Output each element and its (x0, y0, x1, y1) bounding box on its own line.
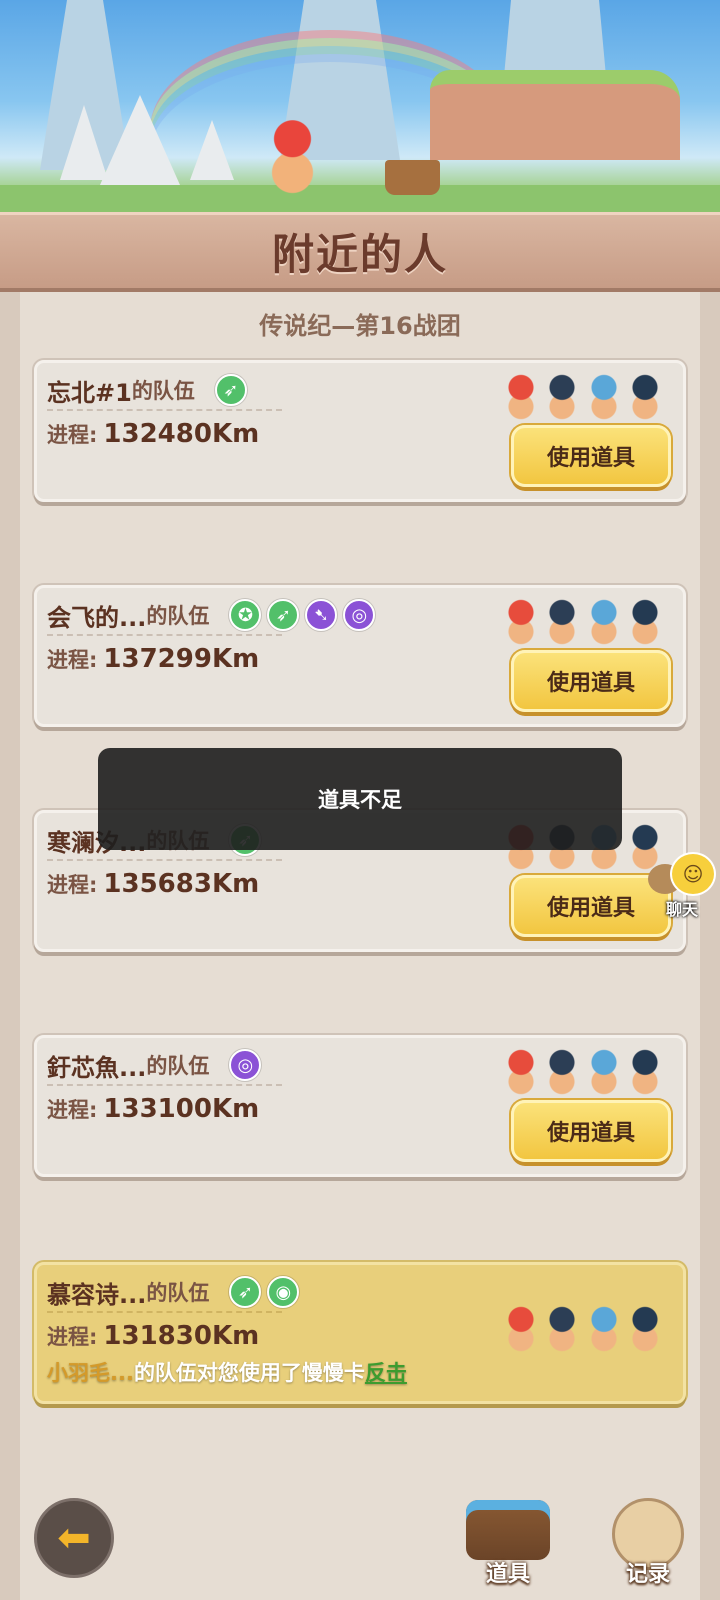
hero-avatar (585, 1305, 622, 1353)
use-item-button[interactable]: 使用道具 (511, 650, 671, 712)
team-card: 釪芯魚... 的队伍 ◎ 进程: 133100Km 使用道具 (34, 1035, 686, 1177)
use-item-button[interactable]: 使用道具 (511, 1100, 671, 1162)
record-label: 记录 (625, 1562, 670, 1587)
hero-avatar (626, 1048, 663, 1096)
green-run-icon: ➶ (214, 374, 247, 406)
smiley-icon: ☺ (670, 852, 716, 896)
green-run-icon: ➶ (229, 1276, 262, 1308)
green-swirl-icon: ◉ (267, 1276, 300, 1308)
team-heroes (503, 373, 663, 423)
back-button[interactable]: ⬅ (34, 1498, 114, 1578)
team-suffix: 的队伍 (146, 1054, 210, 1078)
hero-character (265, 120, 320, 195)
guild-subtitle: 传说纪—第16战团 (259, 312, 461, 340)
progress-label: 进程: (47, 873, 98, 897)
purple-run-icon: ➷ (305, 599, 338, 631)
hero-avatar (544, 1048, 581, 1096)
page-title: 附近的人 (271, 230, 448, 279)
progress-label: 进程: (47, 648, 98, 672)
progress-label: 进程: (47, 1098, 98, 1122)
toast-message: 道具不足 (98, 748, 622, 850)
attacker-name: 小羽毛... (47, 1361, 134, 1385)
purple-snail-icon: ◎ (343, 599, 376, 631)
hero-avatar (503, 598, 539, 646)
chat-label: 聊天 (665, 900, 698, 919)
team-name: 会飞的... (47, 603, 147, 632)
item-cart-icon (466, 1500, 550, 1560)
hero-avatar (544, 598, 581, 646)
progress-value: 132480Km (103, 419, 260, 449)
team-heroes (503, 1048, 663, 1098)
hero-avatar (585, 598, 622, 646)
hero-avatar (503, 1048, 539, 1096)
green-run-icon: ➶ (267, 599, 300, 631)
items-button[interactable]: 道具 (460, 1494, 556, 1590)
progress-label: 进程: (47, 423, 98, 447)
team-name: 釪芯魚... (47, 1053, 147, 1082)
team-heroes (503, 1305, 663, 1355)
team-suffix: 的队伍 (131, 379, 195, 403)
team-card: 会飞的... 的队伍 ✪ ➶ ➷ ◎ 进程: 137299Km 使用道具 (34, 585, 686, 727)
progress-value: 135683Km (103, 869, 260, 899)
hero-avatar (585, 373, 622, 421)
title-banner: 附近的人 (0, 212, 720, 292)
progress-value: 133100Km (103, 1094, 260, 1124)
hero-avatar (503, 373, 539, 421)
items-label: 道具 (485, 1562, 530, 1587)
hero-avatar (626, 1305, 663, 1353)
cart-image (385, 160, 440, 195)
chat-button[interactable]: ☺ 聊天 (648, 850, 720, 920)
header-scene-illustration (0, 0, 720, 225)
team-suffix: 的队伍 (146, 604, 210, 628)
team-card: 忘北#1 的队伍 ➶ 进程: 132480Km 使用道具 (34, 360, 686, 502)
team-heroes (503, 598, 663, 648)
progress-label: 进程: (47, 1325, 98, 1349)
team-name: 忘北#1 (47, 378, 132, 407)
purple-snail-icon: ◎ (229, 1049, 262, 1081)
green-shield-icon: ✪ (229, 599, 262, 631)
record-button[interactable]: 记录 (600, 1494, 696, 1590)
progress-value: 137299Km (103, 644, 260, 674)
use-item-button[interactable]: 使用道具 (511, 875, 671, 937)
hero-avatar (585, 1048, 622, 1096)
use-item-button[interactable]: 使用道具 (511, 425, 671, 487)
attack-notice: 小羽毛...的队伍对您使用了慢慢卡反击 (47, 1357, 407, 1387)
progress-value: 131830Km (103, 1321, 260, 1351)
arrow-left-icon: ⬅ (57, 1515, 91, 1561)
hero-avatar (544, 1305, 581, 1353)
team-name: 慕容诗... (47, 1280, 147, 1309)
hero-avatar (544, 373, 581, 421)
hero-avatar (626, 598, 663, 646)
counterattack-link[interactable]: 反击 (365, 1361, 407, 1385)
hero-avatar (626, 373, 663, 421)
team-suffix: 的队伍 (146, 1281, 210, 1305)
hero-avatar (503, 1305, 539, 1353)
attack-text: 的队伍对您使用了慢慢卡 (133, 1361, 365, 1385)
attacker-team-card: 慕容诗... 的队伍 ➶ ◉ 进程: 131830Km 小羽毛...的队伍对您使… (34, 1262, 686, 1404)
